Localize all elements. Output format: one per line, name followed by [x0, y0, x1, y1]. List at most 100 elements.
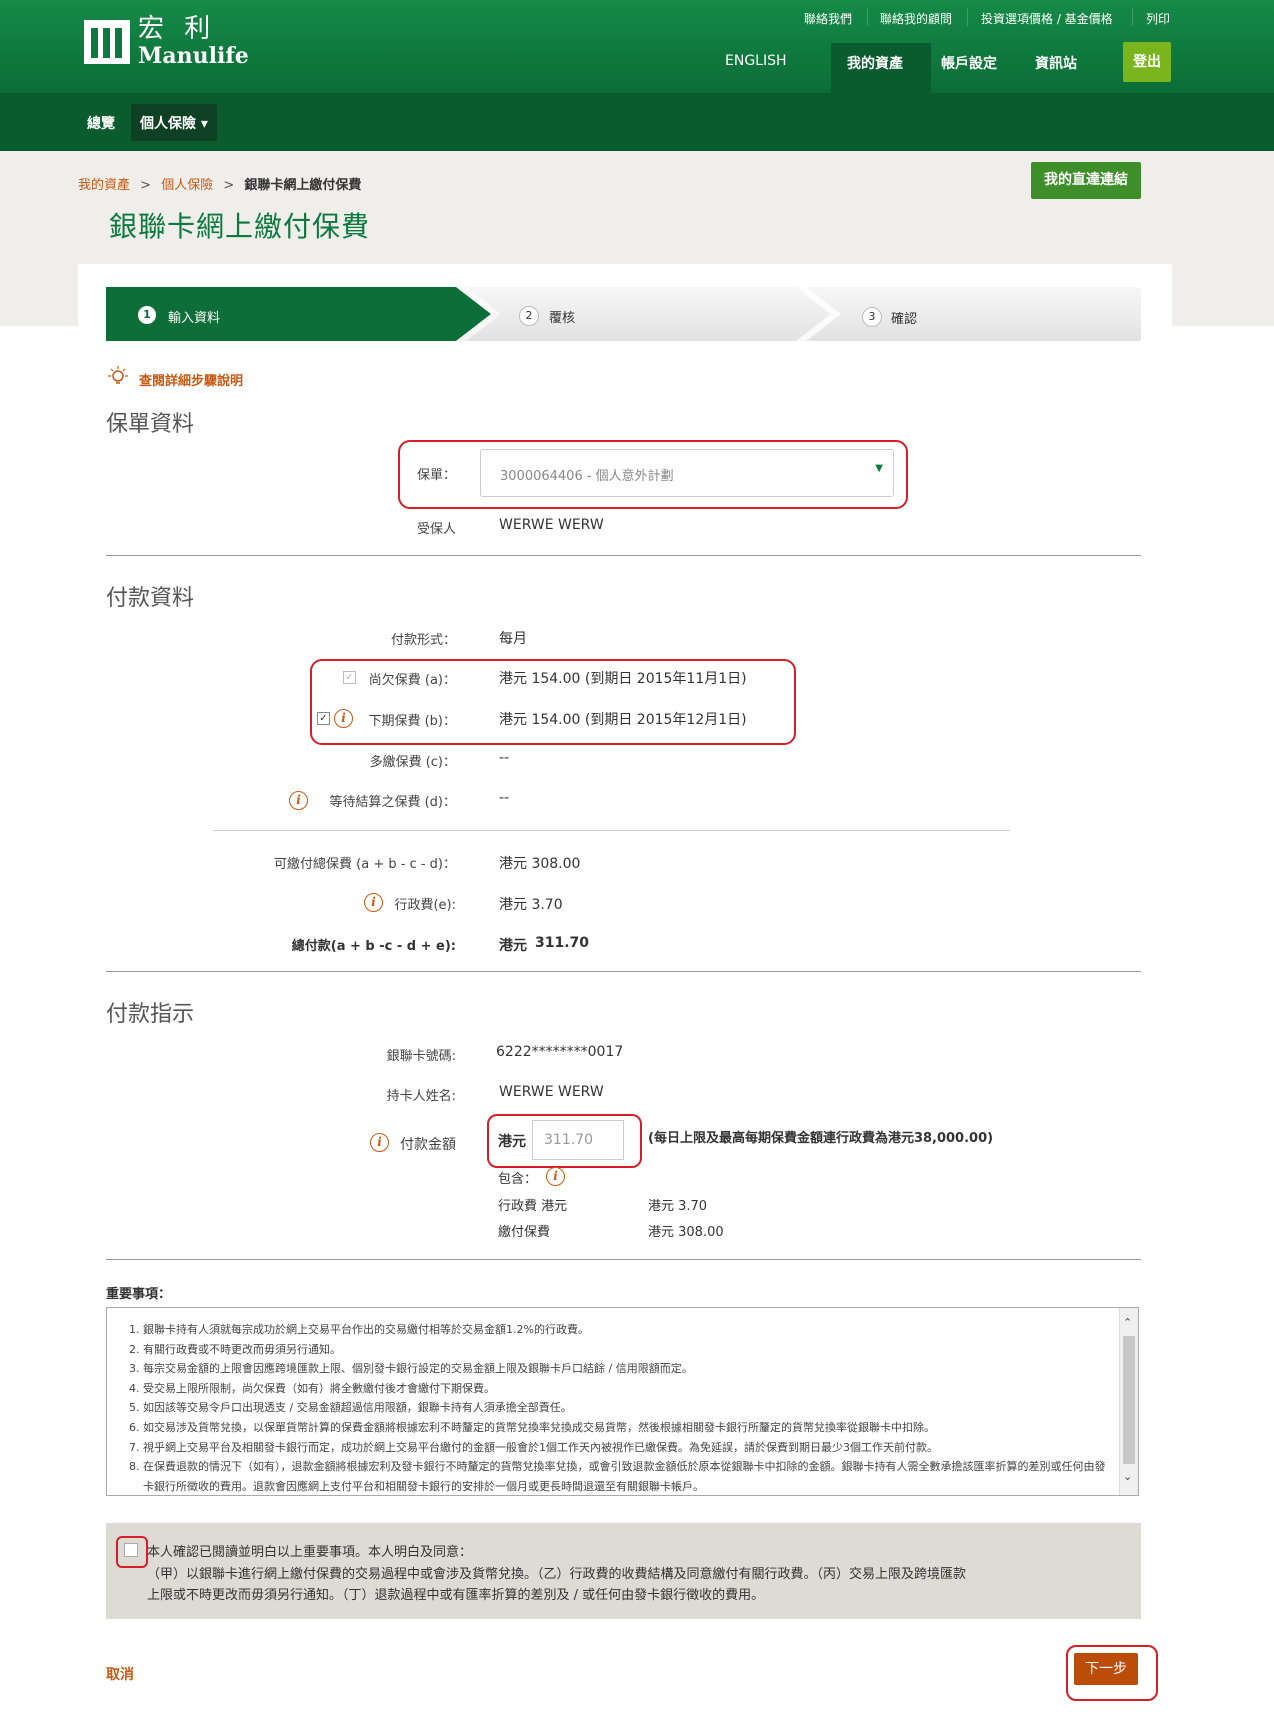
notes-textarea[interactable]: 銀聯卡持有人須就每宗成功於網上交易平台作出的交易繳付相等於交易金額1.2%的行政…: [106, 1307, 1139, 1496]
pending-premium-value: --: [499, 790, 510, 806]
contact-us-link[interactable]: 聯絡我們: [804, 10, 852, 27]
card-number-label: 銀聯卡號碼:: [386, 1049, 456, 1064]
scroll-down-icon[interactable]: ⌄: [1123, 1470, 1132, 1483]
divider: [213, 830, 1010, 831]
notes-scrollbar[interactable]: ⌃ ⌄: [1119, 1308, 1138, 1495]
note-item: 受交易上限所限制，尚欠保費（如有）將全數繳付後才會繳付下期保費。: [143, 1379, 1138, 1399]
divider: [106, 971, 1141, 972]
notes-title: 重要事項：: [106, 1287, 172, 1302]
limit-note: (每日上限及最高每期保費金額連行政費為港元38,000.00): [648, 1131, 994, 1146]
payment-amount-currency: 港元: [498, 1134, 526, 1150]
logout-button[interactable]: 登出: [1123, 42, 1171, 82]
next-button[interactable]: 下一步: [1074, 1653, 1138, 1685]
pending-premium-label: 等待結算之保費 (d)：: [329, 795, 456, 810]
overdue-premium-value: 港元 154.00 (到期日 2015年11月1日): [499, 671, 747, 687]
lightbulb-icon: [108, 366, 128, 384]
subnav-overview[interactable]: 總覽: [87, 113, 115, 133]
subnav-personal-insurance[interactable]: 個人保險 ▾: [140, 113, 208, 133]
note-item: 在保費退款的情況下（如有），退款金額將根據宏利及發卡銀行不時釐定的貨幣兌換率兌換…: [143, 1457, 1138, 1495]
step-3-label: 確認: [891, 312, 918, 327]
step-arrows: [106, 287, 841, 341]
manulife-logo-icon[interactable]: [84, 20, 130, 64]
print-link[interactable]: 列印: [1146, 10, 1170, 27]
breakdown-premium-value: 港元 308.00: [648, 1225, 724, 1240]
overpaid-premium-value: --: [499, 750, 510, 766]
payment-amount-input[interactable]: 311.70: [532, 1120, 624, 1160]
quick-link-button[interactable]: 我的直達連結: [1031, 162, 1141, 199]
next-premium-value: 港元 154.00 (到期日 2015年12月1日): [499, 712, 747, 728]
note-item: 視乎網上交易平台及相關發卡銀行而定，成功於網上交易平台繳付的金額一般會於1個工作…: [143, 1438, 1138, 1458]
note-item: 如交易涉及貨幣兌換，以保單貨幣計算的保費金額將根據宏利不時釐定的貨幣兌換率兌換成…: [143, 1418, 1138, 1438]
note-item: 如因該等交易令戶口出現透支 / 交易金額超過信用限額，銀聯卡持有人須承擔全部責任…: [143, 1398, 1138, 1418]
cardholder-value: WERWE WERW: [499, 1084, 604, 1100]
total-premium-label: 可繳付總保費 (a + b - c - d)：: [274, 857, 456, 872]
brand-logo[interactable]: 宏 利 Manulife: [138, 14, 249, 68]
help-steps-link[interactable]: 查閱詳細步驟說明: [139, 370, 243, 389]
payment-frequency-label: 付款形式：: [390, 633, 456, 648]
policy-label: 保單：: [416, 468, 456, 483]
step-2-number: 2: [519, 306, 539, 326]
agreement-line-3: 上限或不時更改而毋須另行通知。（丁）退款過程中或有匯率折算的差別及 / 或任何由…: [147, 1588, 765, 1603]
cardholder-label: 持卡人姓名:: [386, 1089, 456, 1104]
nav-my-assets[interactable]: 我的資產: [847, 53, 903, 73]
cancel-link[interactable]: 取消: [106, 1664, 134, 1684]
agree-checkbox[interactable]: [124, 1543, 138, 1557]
breadcrumb-current: 銀聯卡網上繳付保費: [244, 178, 362, 193]
divider: [867, 8, 868, 26]
payment-amount-label: 付款金額: [400, 1137, 456, 1153]
chevron-down-icon: ▼: [875, 463, 883, 474]
breakdown-fee-value: 港元 3.70: [648, 1199, 708, 1214]
divider: [967, 8, 968, 26]
admin-fee-value: 港元 3.70: [499, 897, 563, 913]
step-1-number: 1: [138, 306, 156, 324]
instruction-section-title: 付款指示: [106, 1002, 195, 1027]
step-2-label: 覆核: [549, 311, 576, 326]
payment-frequency-value: 每月: [499, 631, 527, 647]
breakdown-premium-label: 繳付保費: [498, 1225, 551, 1240]
breadcrumb-my-assets[interactable]: 我的資產: [78, 178, 130, 193]
scroll-up-icon[interactable]: ⌃: [1123, 1316, 1132, 1329]
note-item: 每宗交易金額的上限會因應跨境匯款上限、個別發卡銀行設定的交易金額上限及銀聯卡戶口…: [143, 1359, 1138, 1379]
payment-section-title: 付款資料: [106, 586, 195, 611]
breadcrumb-personal-insurance[interactable]: 個人保險: [161, 178, 213, 193]
step-indicator: [106, 287, 1141, 341]
insured-label: 受保人: [416, 522, 456, 537]
page-title: 銀聯卡網上繳付保費: [109, 210, 371, 243]
next-premium-label: 下期保費 (b)：: [368, 714, 456, 729]
scroll-thumb[interactable]: [1123, 1336, 1135, 1464]
divider: [106, 1259, 1141, 1260]
fund-prices-link[interactable]: 投資選項價格 / 基金價格: [981, 10, 1113, 27]
info-icon[interactable]: i: [546, 1167, 565, 1186]
policy-section-title: 保單資料: [106, 412, 195, 437]
admin-fee-label: 行政費(e):: [394, 898, 456, 913]
english-link[interactable]: ENGLISH: [725, 53, 787, 69]
policy-select[interactable]: 3000064406 - 個人意外計劃 ▼: [480, 449, 894, 497]
note-item: 有關行政費或不時更改而毋須另行通知。: [143, 1340, 1138, 1360]
agreement-line-1: 本人確認已閱讀並明白以上重要事項。本人明白及同意：: [147, 1545, 473, 1560]
breadcrumb-sep: >: [223, 178, 235, 193]
overdue-premium-label: 尚欠保費 (a)：: [368, 673, 456, 688]
logo-cn: 宏 利: [138, 14, 217, 44]
insured-value: WERWE WERW: [499, 517, 604, 533]
breadcrumb: 我的資產 > 個人保險 > 銀聯卡網上繳付保費: [78, 174, 361, 193]
contact-advisor-link[interactable]: 聯絡我的顧問: [880, 10, 952, 27]
grand-total-value: 311.70: [535, 935, 590, 951]
grand-total-label: 總付款(a + b -c - d + e):: [291, 939, 456, 954]
overpaid-premium-label: 多繳保費 (c)：: [369, 755, 456, 770]
note-item: 銀聯卡持有人須就每宗成功於網上交易平台作出的交易繳付相等於交易金額1.2%的行政…: [143, 1320, 1138, 1340]
divider: [106, 555, 1141, 556]
logo-en: Manulife: [138, 43, 249, 69]
breakdown-fee-label: 行政費 港元: [498, 1199, 568, 1214]
divider: [1132, 8, 1133, 26]
step-1-label: 輸入資料: [168, 311, 221, 326]
nav-info-station[interactable]: 資訊站: [1035, 53, 1077, 73]
include-label: 包含：: [498, 1172, 538, 1187]
payment-amount-input-value: 311.70: [544, 1132, 593, 1148]
nav-account-settings[interactable]: 帳戶設定: [941, 53, 997, 73]
notes-list: 銀聯卡持有人須就每宗成功於網上交易平台作出的交易繳付相等於交易金額1.2%的行政…: [107, 1308, 1138, 1495]
policy-select-value: 3000064406 - 個人意外計劃: [500, 469, 674, 484]
total-premium-value: 港元 308.00: [499, 856, 581, 872]
agreement-line-2: （甲）以銀聯卡進行網上繳付保費的交易過程中或會涉及貨幣兌換。（乙）行政費的收費結…: [147, 1567, 967, 1582]
card-number-value: 6222********0017: [496, 1044, 624, 1060]
step-3-number: 3: [862, 307, 882, 327]
